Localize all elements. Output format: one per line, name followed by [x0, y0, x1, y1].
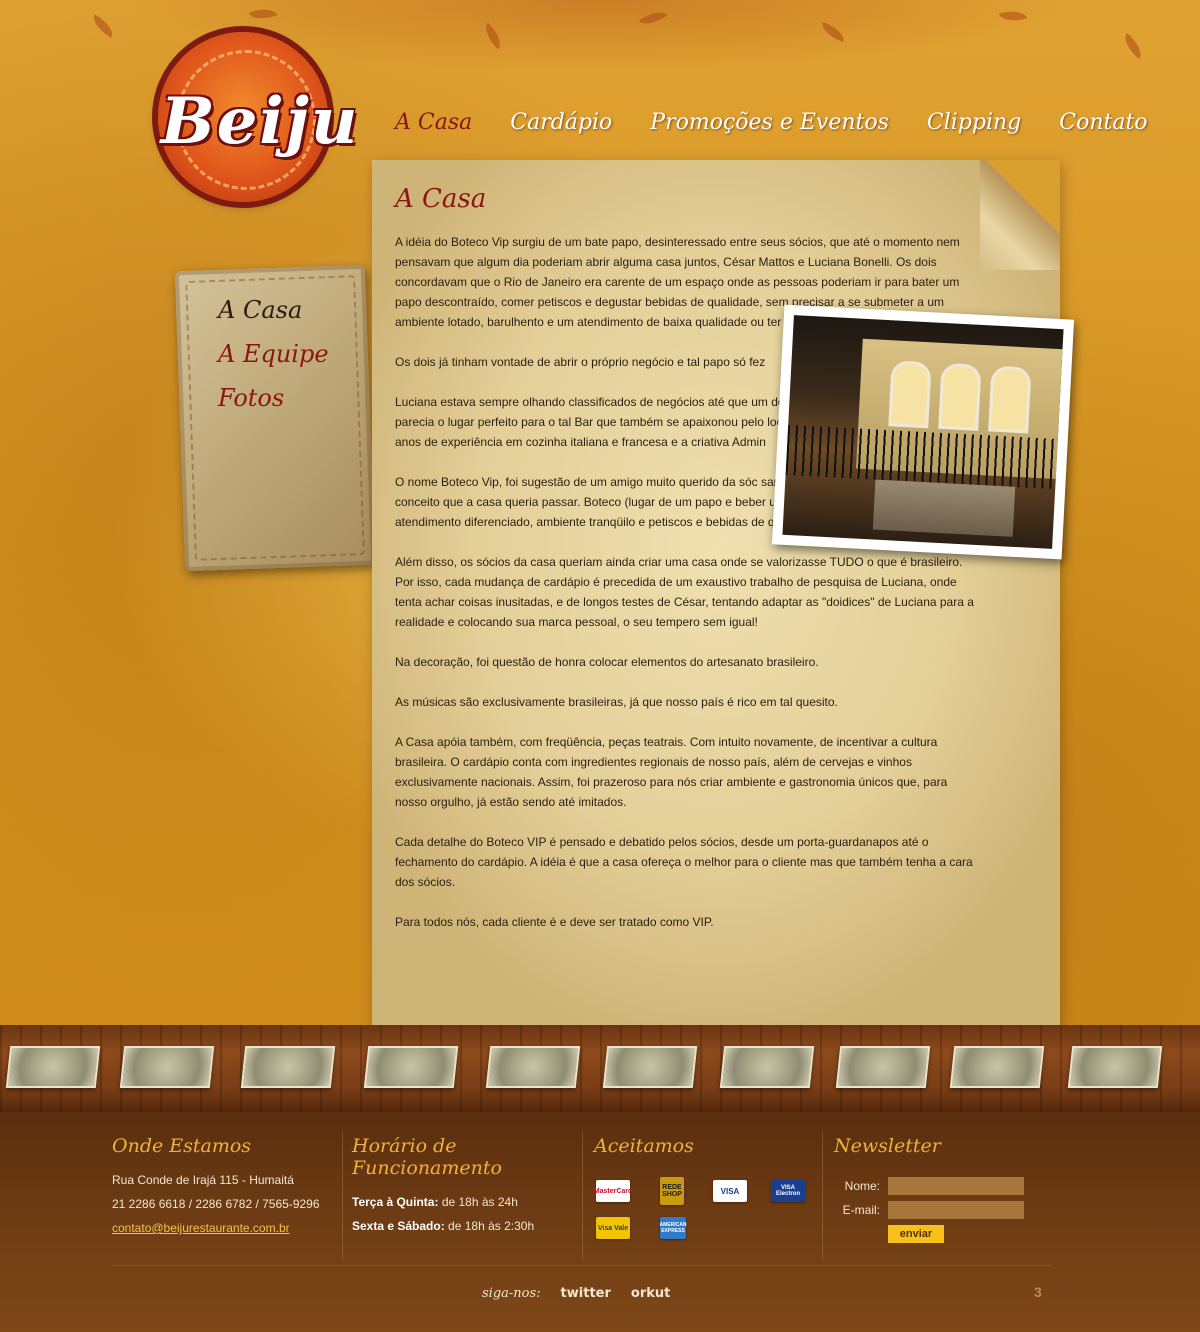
- visa-electron-icon: VISA Electron: [771, 1180, 805, 1202]
- photo-image: [782, 315, 1064, 549]
- footer-newsletter: Newsletter: [834, 1135, 1054, 1173]
- phone-numbers: 21 2286 6618 / 2286 6782 / 7565-9296: [112, 1197, 320, 1211]
- hours-days: Sexta e Sábado:: [352, 1219, 445, 1233]
- footer-divider: [342, 1130, 343, 1260]
- newsletter-name-input[interactable]: [888, 1177, 1024, 1195]
- newsletter-send-button[interactable]: enviar: [888, 1225, 944, 1243]
- nav-item-a-casa[interactable]: A Casa: [395, 110, 472, 135]
- decorative-tile: [485, 1046, 581, 1088]
- footer-location: Onde Estamos Rua Conde de Irajá 115 - Hu…: [112, 1135, 332, 1245]
- newsletter-name-label: Nome:: [844, 1179, 880, 1193]
- footer-location-title: Onde Estamos: [112, 1135, 252, 1157]
- decorative-tile: [119, 1046, 215, 1088]
- paragraph: Para todos nós, cada cliente é e deve se…: [395, 915, 714, 929]
- footer-payment: Aceitamos: [594, 1135, 814, 1173]
- address: Rua Conde de Irajá 115 - Humaitá: [112, 1173, 294, 1187]
- orkut-link[interactable]: orkut: [631, 1286, 670, 1301]
- photo-window: [888, 360, 932, 429]
- nav-item-cardapio[interactable]: Cardápio: [510, 110, 612, 135]
- page-curl: [980, 160, 1060, 270]
- nav-item-clipping[interactable]: Clipping: [927, 110, 1021, 135]
- hours-row: Sexta e Sábado: de 18h às 2:30h: [352, 1219, 572, 1233]
- footer-newsletter-title: Newsletter: [834, 1135, 941, 1157]
- decorative-tile: [363, 1046, 459, 1088]
- decorative-tile: [1067, 1046, 1163, 1088]
- hours-days: Terça à Quinta:: [352, 1195, 439, 1209]
- nav-item-promocoes-eventos[interactable]: Promoções e Eventos: [650, 110, 889, 135]
- photo-window: [938, 362, 982, 431]
- twitter-link[interactable]: twitter: [561, 1286, 611, 1301]
- photo-stone-wall: [872, 479, 1016, 537]
- page-number: 3: [1034, 1284, 1042, 1300]
- decorative-tile: [602, 1046, 698, 1088]
- photo-window: [988, 365, 1032, 434]
- visa-icon: VISA: [713, 1180, 747, 1202]
- newsletter-email-label: E-mail:: [842, 1203, 880, 1217]
- social-links: siga-nos: twitter orkut: [482, 1286, 670, 1301]
- hours-time: de 18h às 2:30h: [448, 1219, 535, 1233]
- sidebar-item-a-equipe[interactable]: A Equipe: [218, 340, 329, 368]
- mastercard-icon: MasterCard: [594, 1180, 632, 1202]
- sidebar-item-a-casa[interactable]: A Casa: [218, 296, 329, 324]
- footer-divider: [582, 1130, 583, 1260]
- hours-row: Terça à Quinta: de 18h às 24h: [352, 1195, 572, 1209]
- paragraph: Na decoração, foi questão de honra coloc…: [395, 655, 819, 669]
- page: Beiju A Casa Cardápio Promoções e Evento…: [0, 0, 1200, 1332]
- visa-vale-icon: Visa Vale: [596, 1217, 630, 1239]
- sidebar-menu: A Casa A Equipe Fotos: [218, 296, 329, 412]
- paragraph: A Casa apóia também, com freqüência, peç…: [395, 735, 948, 809]
- sidebar-item-fotos[interactable]: Fotos: [218, 384, 329, 412]
- redeshop-icon: REDE SHOP: [660, 1177, 684, 1205]
- main-nav: A Casa Cardápio Promoções e Eventos Clip…: [395, 110, 1148, 135]
- footer-rule: [112, 1265, 1052, 1266]
- footer-hours-title: Horário de Funcionamento: [352, 1135, 502, 1179]
- hours-time: de 18h às 24h: [441, 1195, 518, 1209]
- footer-hours: Horário de Funcionamento Terça à Quinta:…: [352, 1135, 572, 1243]
- paragraph: Além disso, os sócios da casa queriam ai…: [395, 555, 974, 629]
- email-link[interactable]: contato@beijurestaurante.com.br: [112, 1221, 290, 1235]
- social-label: siga-nos:: [482, 1286, 541, 1301]
- decorative-tile: [5, 1046, 101, 1088]
- beiju-logo[interactable]: Beiju: [140, 32, 380, 207]
- amex-icon: AMERICAN EXPRESS: [660, 1217, 686, 1239]
- logo-text: Beiju: [160, 84, 360, 159]
- page-title: A Casa: [395, 184, 487, 214]
- footer-payment-title: Aceitamos: [594, 1135, 694, 1157]
- restaurant-photo: [771, 304, 1075, 560]
- footer-divider: [822, 1130, 823, 1260]
- nav-item-contato[interactable]: Contato: [1059, 110, 1147, 135]
- paragraph: Cada detalhe do Boteco VIP é pensado e d…: [395, 835, 973, 889]
- newsletter-email-input[interactable]: [888, 1201, 1024, 1219]
- decorative-tile: [240, 1046, 336, 1088]
- decorative-tile: [719, 1046, 815, 1088]
- paragraph: As músicas são exclusivamente brasileira…: [395, 695, 838, 709]
- decorative-tile: [949, 1046, 1045, 1088]
- decorative-tile: [835, 1046, 931, 1088]
